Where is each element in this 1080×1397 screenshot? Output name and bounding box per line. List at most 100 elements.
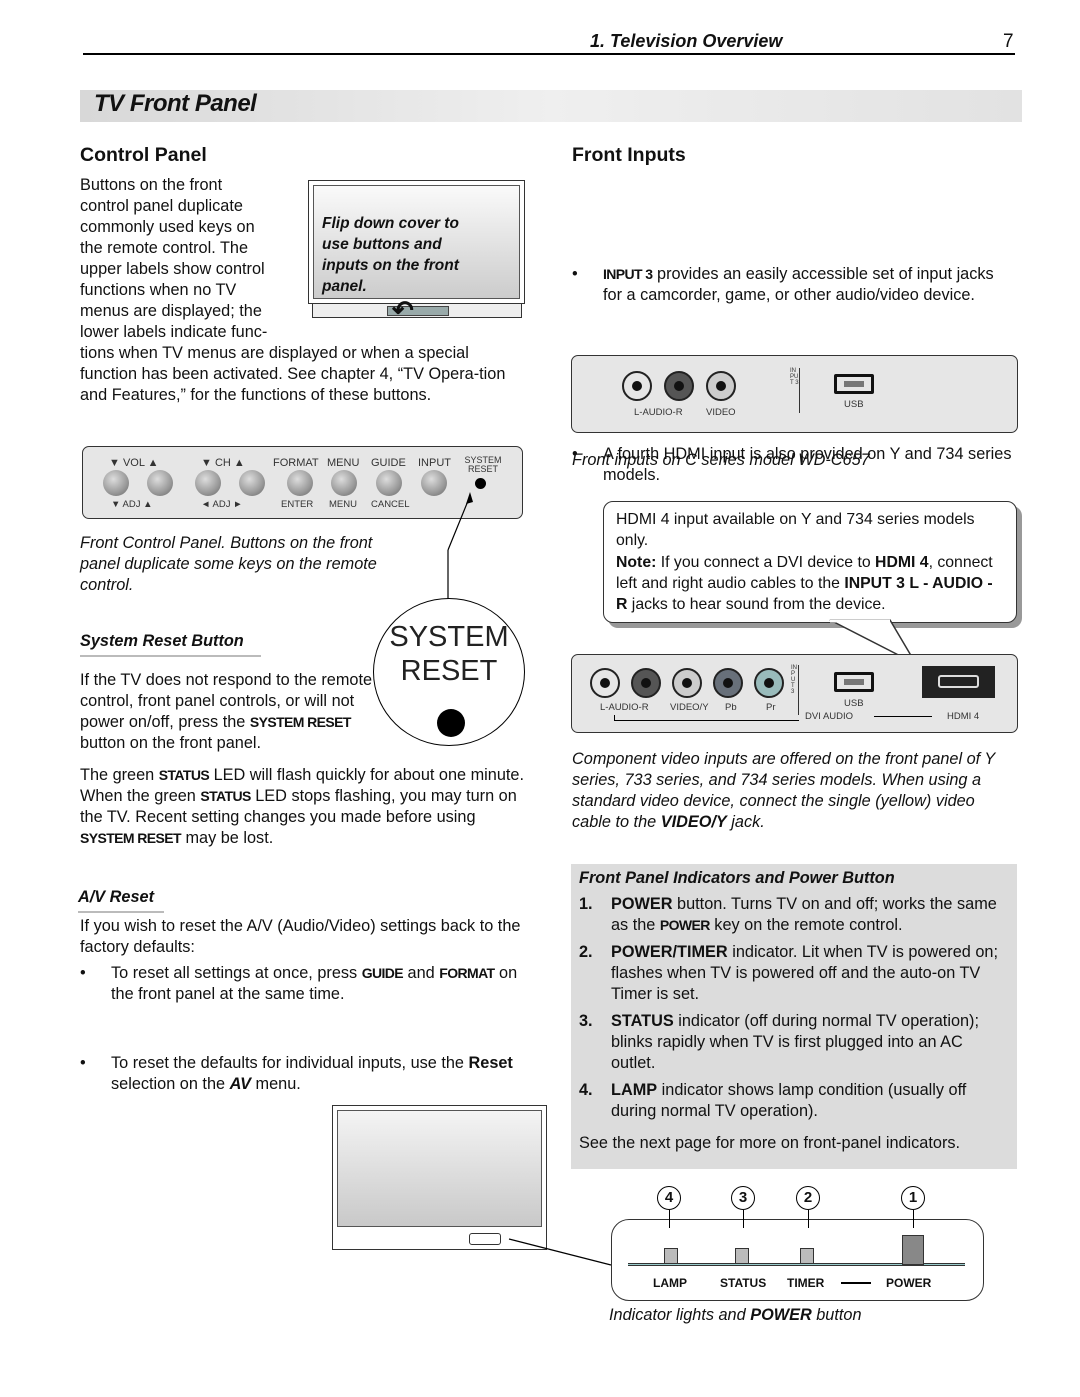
audio-left-jack	[590, 668, 620, 698]
input-label: INPUT	[418, 457, 451, 469]
text-segment: jacks to hear sound from the device.	[627, 596, 886, 614]
timer-label: TIMER	[787, 1276, 825, 1290]
text-segment: key on the remote control.	[709, 916, 903, 934]
text-segment: AV	[229, 1075, 251, 1093]
text-segment: To reset the defaults for individual inp…	[111, 1054, 469, 1072]
pr-jack	[754, 668, 784, 698]
guide-button[interactable]	[376, 470, 402, 496]
control-panel-intro-rest: tions when TV menus are displayed or whe…	[80, 344, 506, 404]
page-number: 7	[1003, 31, 1014, 52]
vol-down-button[interactable]	[103, 470, 129, 496]
system-reset-p2: The green STATUS LED will flash quickly …	[80, 765, 525, 849]
callout-number-1: 1	[901, 1186, 925, 1210]
indicators-heading: Front Panel Indicators and Power Button	[579, 869, 895, 887]
item-text: POWER/TIMER indicator. Lit when TV is po…	[611, 942, 1009, 1005]
text-segment: STATUS	[200, 788, 251, 804]
status-led	[735, 1248, 749, 1264]
text-segment: SYSTEM RESET	[249, 714, 352, 730]
system-reset-button[interactable]	[475, 478, 486, 489]
section-title: 1. Television Overview	[590, 31, 783, 51]
text-segment: LAMP	[611, 1081, 658, 1099]
dvi-audio-label: DVI AUDIO	[805, 711, 854, 722]
power-label: POWER	[886, 1276, 932, 1290]
intro-line: lower labels indicate func-	[80, 323, 268, 341]
audio-right-jack	[664, 371, 694, 401]
pb-label: Pb	[725, 702, 737, 713]
menu-button[interactable]	[331, 470, 357, 496]
status-label: STATUS	[720, 1276, 767, 1290]
reset-button-dot	[437, 709, 465, 737]
indicator-item: 4. LAMP indicator shows lamp condition (u…	[579, 1080, 1009, 1122]
text-segment: Reset	[468, 1054, 513, 1072]
text-segment: HDMI 4	[875, 553, 929, 571]
vol-up-button[interactable]	[147, 470, 173, 496]
item-number: 4.	[579, 1081, 593, 1099]
indicators-footer: See the next page for more on front-pane…	[579, 1134, 961, 1152]
text-segment: selection on the	[111, 1075, 230, 1093]
header-rule	[83, 53, 1015, 55]
usb-label: USB	[844, 399, 864, 410]
callout-reset: RESET	[400, 655, 498, 687]
adj-label: ◄ ADJ ►	[201, 499, 243, 510]
intro-line: the remote control. The	[80, 239, 249, 257]
text-segment: STATUS	[611, 1012, 674, 1030]
video-y-jack	[672, 668, 702, 698]
flip-arrow-icon: ↶	[392, 295, 414, 325]
audio-left-jack	[622, 371, 652, 401]
c-series-inputs-diagram: L-AUDIO-R VIDEO INPUT 3 USB	[571, 355, 1018, 433]
menu-lower-label: MENU	[329, 499, 357, 510]
text-segment: menu.	[251, 1075, 301, 1093]
indicators-box: Front Panel Indicators and Power Button …	[571, 864, 1017, 1169]
indicator-item: 1. POWER button. Turns TV on and off; wor…	[579, 894, 1009, 936]
hdmi-note-callout: HDMI 4 input available on Y and 734 seri…	[603, 501, 1017, 623]
power-button[interactable]	[902, 1235, 924, 1265]
timer-led	[800, 1248, 814, 1264]
system-reset-p1: If the TV does not respond to the remote…	[80, 670, 375, 754]
callout-number-2: 2	[796, 1186, 820, 1210]
text-segment: HDMI 4 input available on Y and 734 seri…	[616, 511, 975, 550]
lamp-led	[664, 1248, 678, 1264]
av-reset-paragraph: If you wish to reset the A/V (Audio/Vide…	[80, 917, 521, 956]
intro-line: control panel duplicate	[80, 197, 243, 215]
y-series-inputs-diagram: L-AUDIO-R VIDEO/Y Pb Pr INPUT 3 USB DVI …	[571, 654, 1018, 733]
text-segment: POWER	[750, 1306, 812, 1324]
lamp-label: LAMP	[653, 1276, 687, 1290]
tv-base	[312, 304, 522, 318]
hdmi4-label: HDMI 4	[947, 711, 980, 722]
input3-label: INPUT 3	[790, 368, 800, 413]
intro-line: commonly used keys on	[80, 218, 255, 236]
text-segment: jack.	[726, 813, 765, 831]
indicator-item: 3. STATUS indicator (off during normal TV…	[579, 1011, 1009, 1074]
indicator-caption: Indicator lights and POWER button	[609, 1305, 862, 1326]
ch-down-button[interactable]	[195, 470, 221, 496]
indicator-item: 2. POWER/TIMER indicator. Lit when TV is …	[579, 942, 1009, 1005]
pr-label: Pr	[766, 702, 776, 713]
guide-label: GUIDE	[371, 457, 406, 469]
audio-label: L-AUDIO-R	[634, 407, 683, 418]
c-series-caption: Front inputs on C series model WD-C657	[572, 451, 870, 469]
control-panel-heading: Control Panel	[80, 144, 207, 166]
intro-line: menus are displayed; the	[80, 302, 262, 320]
item-number: 2.	[579, 943, 593, 961]
format-button[interactable]	[287, 470, 313, 496]
ch-up-button[interactable]	[239, 470, 265, 496]
text-segment: GUIDE	[361, 965, 404, 981]
text-segment: POWER/TIMER	[611, 943, 728, 961]
callout-number-4: 4	[657, 1186, 681, 1210]
text-segment: provides an easily accessible set of inp…	[603, 265, 994, 304]
page-title: TV Front Panel	[94, 90, 257, 117]
item-text: STATUS indicator (off during normal TV o…	[611, 1011, 1009, 1074]
system-reset-heading: System Reset Button	[80, 631, 261, 657]
tv-illustration: Flip down cover to use buttons and input…	[308, 180, 525, 304]
adj-label: ▼ ADJ ▲	[111, 499, 153, 510]
text-segment: button	[811, 1306, 862, 1324]
text-segment: FORMAT	[439, 965, 495, 981]
audio-label: L-AUDIO-R	[600, 702, 649, 713]
intro-line: upper labels show control	[80, 260, 265, 278]
text-segment: button on the front panel.	[80, 734, 262, 752]
input3-label: INPUT 3	[791, 665, 799, 715]
av-reset-bullet: To reset the defaults for individual inp…	[80, 1053, 525, 1095]
text-segment: indicator shows lamp condition (usually …	[611, 1081, 967, 1120]
text-segment: POWER	[659, 917, 710, 933]
av-reset-heading: A/V Reset	[78, 887, 164, 913]
